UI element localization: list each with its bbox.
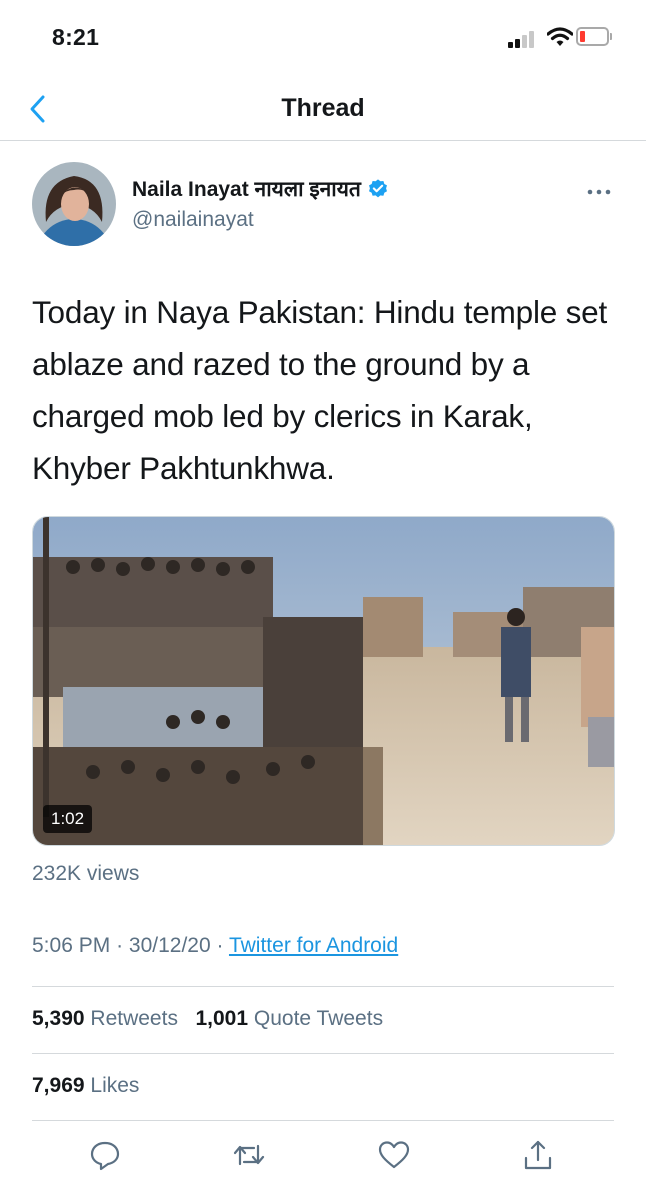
views-count: 232K views	[32, 862, 140, 885]
divider	[32, 986, 614, 987]
author-handle[interactable]: @nailainayat	[132, 208, 254, 232]
divider	[32, 1053, 614, 1054]
quote-tweets-stat[interactable]: 1,001 Quote Tweets	[195, 1007, 383, 1030]
quote-tweets-label: Quote Tweets	[253, 1007, 384, 1030]
likes-label: Likes	[90, 1074, 140, 1097]
retweets-count: 5,390	[32, 1007, 85, 1030]
navigation-bar: Thread	[0, 80, 646, 141]
video-duration: 1:02	[43, 805, 93, 833]
battery-cap	[610, 33, 612, 40]
likes-stat[interactable]: 7,969 Likes	[32, 1074, 139, 1098]
tweet-text: Today in Naya Pakistan: Hindu temple set…	[32, 294, 608, 486]
video-thumbnail	[33, 517, 614, 845]
share-icon[interactable]	[521, 1138, 555, 1172]
status-time: 8:21	[52, 24, 100, 50]
status-bar: 8:21	[0, 0, 646, 80]
like-icon[interactable]	[377, 1138, 411, 1172]
engagement-counts: 5,390 Retweets 1,001 Quote Tweets	[32, 1007, 383, 1031]
battery-icon	[576, 27, 609, 46]
retweets-label: Retweets	[90, 1007, 178, 1030]
avatar[interactable]	[32, 162, 116, 246]
reply-icon[interactable]	[88, 1138, 122, 1172]
quote-tweets-count: 1,001	[195, 1007, 249, 1030]
verified-badge-icon	[368, 179, 387, 198]
tweet-meta: 5:06 PM · 30/12/20 · Twitter for Android	[32, 934, 398, 958]
author-name[interactable]: Naila Inayat नायला इनायत	[132, 175, 361, 203]
cellular-signal-icon	[508, 30, 542, 48]
retweets-stat[interactable]: 5,390 Retweets	[32, 1007, 178, 1030]
meta-separator: ·	[116, 934, 124, 957]
author-name-row: Naila Inayat नायला इनायत	[132, 174, 389, 204]
tweet-time: 5:06 PM	[32, 934, 111, 957]
page-title: Thread	[281, 94, 365, 122]
more-options-icon[interactable]	[584, 186, 614, 198]
wifi-icon	[547, 27, 573, 46]
retweet-icon[interactable]	[232, 1138, 266, 1172]
video-player[interactable]: 1:02	[32, 516, 615, 846]
avatar-image	[32, 162, 116, 246]
meta-separator: ·	[216, 934, 224, 957]
tweet-source-link[interactable]: Twitter for Android	[229, 934, 398, 957]
divider	[32, 1120, 614, 1121]
tweet-date: 30/12/20	[128, 934, 211, 957]
likes-count: 7,969	[32, 1074, 85, 1097]
